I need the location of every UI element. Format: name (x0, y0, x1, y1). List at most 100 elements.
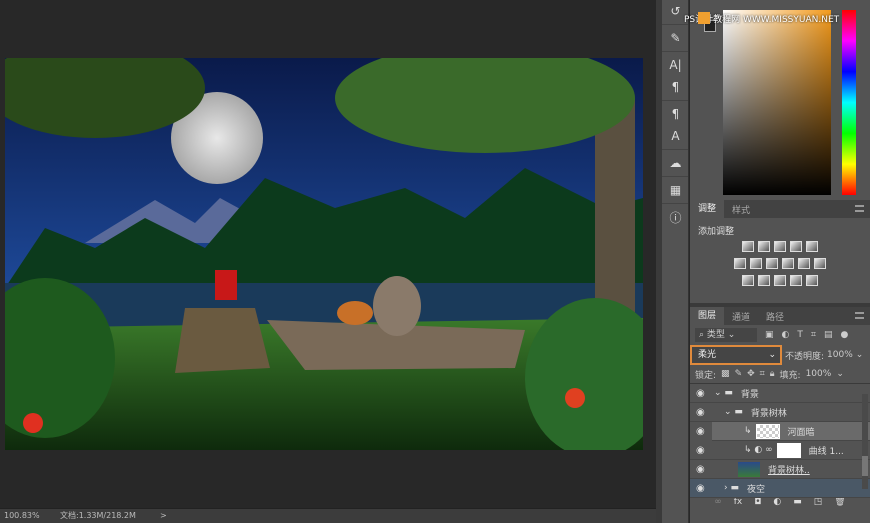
canvas-area[interactable] (0, 0, 656, 508)
blend-mode-select[interactable]: 柔光 ⌄ (690, 345, 782, 365)
filter-type-icon[interactable]: T (797, 330, 803, 340)
layer-mask-thumbnail (776, 442, 801, 458)
layer-name: 背景树林.. (768, 465, 810, 476)
lock-all-icon[interactable]: 🔒︎ (770, 369, 775, 379)
color-panel: PS设计教程网 WWW.MISSYUAN.NET (684, 0, 870, 200)
selective-color-icon[interactable] (806, 275, 818, 286)
curves-icon[interactable] (774, 241, 786, 252)
layer-filter-select[interactable]: ⌕ 类型 ⌄ (695, 328, 757, 342)
lock-pixels-icon[interactable]: ✎ (735, 369, 743, 379)
panel-menu-icon[interactable] (855, 312, 864, 319)
tab-paths[interactable]: 路径 (758, 310, 792, 323)
bw-icon[interactable] (766, 258, 778, 269)
info-icon[interactable]: ⓘ (662, 206, 689, 228)
lock-artboard-icon[interactable]: ⌗ (760, 369, 765, 379)
panel-icon-strip: ↺ ✎ A| ¶ ¶ A ☁ ▦ ⓘ (662, 0, 689, 523)
channel-mixer-icon[interactable] (798, 258, 810, 269)
layer-row[interactable]: ◉ › ▬ 夜空 (690, 479, 870, 498)
blend-mode-value: 柔光 (698, 350, 717, 360)
curves-adjustment-icon: ↳ ◐ ∞ (744, 445, 773, 455)
exposure-icon[interactable] (790, 241, 802, 252)
layer-thumbnail (755, 423, 780, 439)
adjustment-icon[interactable]: ◐ (773, 497, 781, 507)
hsl-icon[interactable] (734, 258, 746, 269)
photo-filter-icon[interactable] (782, 258, 794, 269)
tab-adjustments[interactable]: 调整 (690, 200, 725, 218)
layer-name: 夜空 (746, 484, 765, 495)
folder-icon: › ▬ (724, 483, 739, 493)
color-lookup-icon[interactable] (814, 258, 826, 269)
lock-transparent-icon[interactable]: ▩ (721, 369, 730, 379)
document-size: 文档:1.33M/218.2M (60, 511, 136, 520)
mask-icon[interactable]: ◘ (754, 497, 761, 507)
visibility-eye-icon[interactable]: ◉ (696, 483, 705, 494)
brush-preset-icon[interactable]: ✎ (662, 27, 689, 49)
status-menu-arrow[interactable]: > (160, 509, 167, 523)
filter-adjustment-icon[interactable]: ◐ (782, 330, 790, 340)
layers-list[interactable]: ◉ ⌄ ▬ 背景 ◉ ⌄ ▬ 背景树林 ◉ ↳ 河面暗 ◉ ↳ ◐ ∞ 曲线 1... ◉ 背景树… (690, 383, 870, 498)
document-canvas[interactable] (5, 58, 643, 450)
paragraph-style-icon[interactable]: ¶ (662, 103, 689, 125)
visibility-eye-icon[interactable]: ◉ (696, 388, 705, 399)
invert-icon[interactable] (742, 275, 754, 286)
character-style-icon[interactable]: A (662, 125, 689, 147)
creative-cloud-icon[interactable]: ☁ (662, 152, 689, 174)
visibility-eye-icon[interactable]: ◉ (696, 445, 705, 456)
tab-layers[interactable]: 图层 (690, 307, 725, 325)
add-adjustment-label: 添加调整 (698, 227, 735, 237)
color-field[interactable] (723, 10, 831, 195)
clip-icon: ↳ (744, 426, 752, 436)
folder-icon: ⌄ ▬ (714, 388, 733, 398)
layers-scrollbar[interactable] (862, 394, 868, 489)
visibility-eye-icon[interactable]: ◉ (696, 407, 705, 418)
folder-icon[interactable]: ▬ (793, 497, 802, 507)
filter-toggle-icon[interactable]: ● (840, 330, 848, 340)
layer-row[interactable]: ◉ 背景树林.. (690, 460, 870, 479)
tab-styles[interactable]: 样式 (724, 203, 758, 216)
fx-icon[interactable]: fx (734, 497, 743, 507)
levels-icon[interactable] (758, 241, 770, 252)
layer-row[interactable]: ◉ ↳ ◐ ∞ 曲线 1... (690, 441, 870, 460)
filter-value: 类型 (706, 330, 725, 340)
link-icon[interactable]: ∞ (714, 497, 722, 507)
layer-row[interactable]: ◉ ⌄ ▬ 背景 (690, 384, 870, 403)
adjustments-panel: 添加调整 (690, 218, 870, 303)
layer-row-selected[interactable]: ◉ ↳ 河面暗 (696, 422, 870, 441)
folder-icon: ⌄ ▬ (724, 407, 743, 417)
trash-icon[interactable]: 🗑︎ (834, 497, 845, 507)
filter-smart-icon[interactable]: ▤ (824, 330, 833, 340)
foreground-swatch[interactable] (698, 12, 710, 24)
visibility-eye-icon[interactable]: ◉ (696, 426, 705, 437)
layer-row[interactable]: ◉ ⌄ ▬ 背景树林 (690, 403, 870, 422)
color-balance-icon[interactable] (750, 258, 762, 269)
adjustments-panel-header: 调整 样式 (690, 200, 870, 218)
fill-label: 填充: (779, 370, 801, 381)
tab-channels[interactable]: 通道 (724, 310, 758, 323)
zoom-level[interactable]: 100.83% (4, 509, 40, 523)
layers-panel-header: 图层 通道 路径 (690, 307, 870, 325)
posterize-icon[interactable] (758, 275, 770, 286)
new-layer-icon[interactable]: ◳ (814, 497, 823, 507)
opacity-field[interactable]: 100% (827, 350, 853, 360)
vibrance-icon[interactable] (806, 241, 818, 252)
character-icon[interactable]: A| (662, 54, 689, 76)
smart-object-thumbnail (738, 461, 760, 477)
visibility-eye-icon[interactable]: ◉ (696, 464, 705, 475)
paragraph-icon[interactable]: ¶ (662, 76, 689, 98)
scene-image (5, 58, 643, 450)
fill-field[interactable]: 100% (806, 369, 832, 379)
status-bar: 100.83% 文档:1.33M/218.2M > (0, 508, 656, 523)
brightness-icon[interactable] (742, 241, 754, 252)
filter-pixel-icon[interactable]: ▣ (765, 330, 774, 340)
hue-slider[interactable] (842, 10, 856, 195)
right-panels: PS设计教程网 WWW.MISSYUAN.NET 调整 样式 添加调整 图层 通… (684, 0, 870, 523)
layer-name: 河面暗 (787, 427, 815, 438)
threshold-icon[interactable] (774, 275, 786, 286)
panel-menu-icon[interactable] (855, 205, 864, 212)
lock-position-icon[interactable]: ✥ (747, 369, 755, 379)
filter-shape-icon[interactable]: ⌗ (811, 330, 816, 340)
gradient-map-icon[interactable] (790, 275, 802, 286)
opacity-label: 不透明度: (785, 351, 825, 362)
lock-label: 锁定: (695, 370, 717, 381)
libraries-icon[interactable]: ▦ (662, 179, 689, 201)
